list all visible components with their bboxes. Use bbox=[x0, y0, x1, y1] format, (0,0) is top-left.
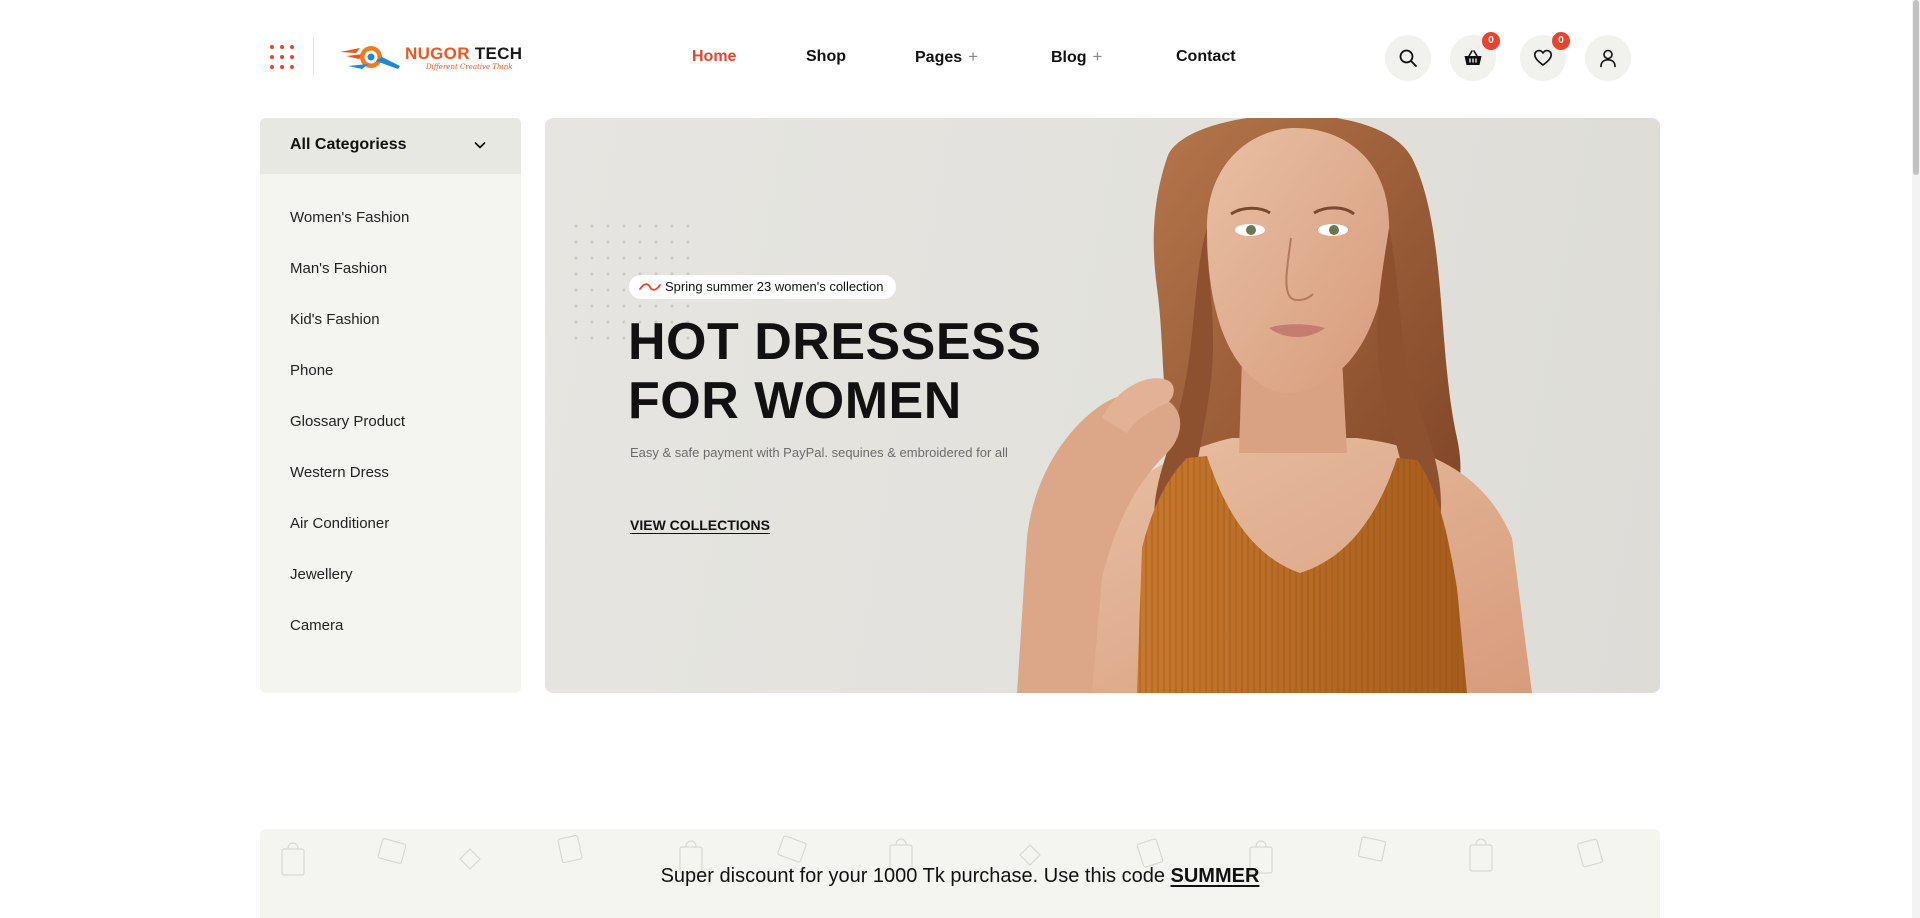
view-collections-link[interactable]: VIEW COLLECTIONS bbox=[630, 517, 770, 533]
squiggle-icon bbox=[639, 283, 661, 291]
category-item-womens-fashion[interactable]: Women's Fashion bbox=[260, 192, 521, 243]
heart-icon bbox=[1534, 49, 1552, 66]
nav-blog[interactable]: Blog + bbox=[1051, 44, 1102, 71]
page-scrollbar[interactable] bbox=[1912, 0, 1920, 918]
category-item-glossary-product[interactable]: Glossary Product bbox=[260, 396, 521, 447]
logo-wordmark: NUGOR TECH bbox=[405, 44, 523, 63]
header-divider bbox=[313, 38, 314, 76]
nav-home[interactable]: Home bbox=[692, 44, 736, 70]
logo-tagline: Different Creative Think bbox=[426, 63, 513, 71]
hero-model-image bbox=[1017, 118, 1532, 693]
cart-count-badge: 0 bbox=[1482, 32, 1500, 50]
category-item-air-conditioner[interactable]: Air Conditioner bbox=[260, 498, 521, 549]
category-sidebar: All Categoriess Women's Fashion Man's Fa… bbox=[260, 118, 521, 693]
category-item-mans-fashion[interactable]: Man's Fashion bbox=[260, 243, 521, 294]
chevron-down-icon bbox=[474, 142, 486, 149]
wishlist-button[interactable]: 0 bbox=[1520, 32, 1570, 81]
category-item-camera[interactable]: Camera bbox=[260, 600, 521, 651]
category-list: Women's Fashion Man's Fashion Kid's Fash… bbox=[260, 192, 521, 651]
nav-pages[interactable]: Pages + bbox=[915, 44, 978, 71]
logo-mark-icon bbox=[340, 46, 400, 69]
category-item-kids-fashion[interactable]: Kid's Fashion bbox=[260, 294, 521, 345]
hero-subtitle: Easy & safe payment with PayPal. sequine… bbox=[630, 445, 1008, 460]
cart-button[interactable]: 0 bbox=[1450, 32, 1500, 81]
shopping-basket-icon bbox=[1464, 50, 1482, 65]
site-logo[interactable]: NUGOR TECH Different Creative Think bbox=[338, 38, 548, 76]
category-item-phone[interactable]: Phone bbox=[260, 345, 521, 396]
menu-grid-icon[interactable] bbox=[270, 45, 294, 69]
hero-collection-tag: Spring summer 23 women's collection bbox=[629, 275, 896, 299]
hero-title: HOT DRESSESS FOR WOMEN bbox=[628, 313, 1042, 430]
search-button[interactable] bbox=[1385, 35, 1431, 81]
site-header: NUGOR TECH Different Creative Think Home… bbox=[0, 0, 1920, 114]
scrollbar-thumb[interactable] bbox=[1913, 0, 1919, 175]
pages-submenu-plus-icon: + bbox=[968, 47, 979, 66]
category-item-jewellery[interactable]: Jewellery bbox=[260, 549, 521, 600]
all-categories-toggle[interactable]: All Categoriess bbox=[260, 118, 521, 174]
user-icon bbox=[1600, 49, 1616, 68]
blog-submenu-plus-icon: + bbox=[1092, 47, 1103, 66]
all-categories-title: All Categoriess bbox=[290, 136, 407, 153]
nav-contact[interactable]: Contact bbox=[1176, 44, 1236, 70]
account-button[interactable] bbox=[1585, 35, 1631, 81]
promo-text: Super discount for your 1000 Tk purchase… bbox=[660, 865, 1260, 887]
search-icon bbox=[1399, 49, 1417, 67]
promo-code[interactable]: SUMMER bbox=[1171, 865, 1260, 887]
category-item-western-dress[interactable]: Western Dress bbox=[260, 447, 521, 498]
wishlist-count-badge: 0 bbox=[1552, 32, 1570, 50]
promo-banner: Super discount for your 1000 Tk purchase… bbox=[260, 829, 1660, 918]
nav-shop[interactable]: Shop bbox=[806, 44, 846, 70]
